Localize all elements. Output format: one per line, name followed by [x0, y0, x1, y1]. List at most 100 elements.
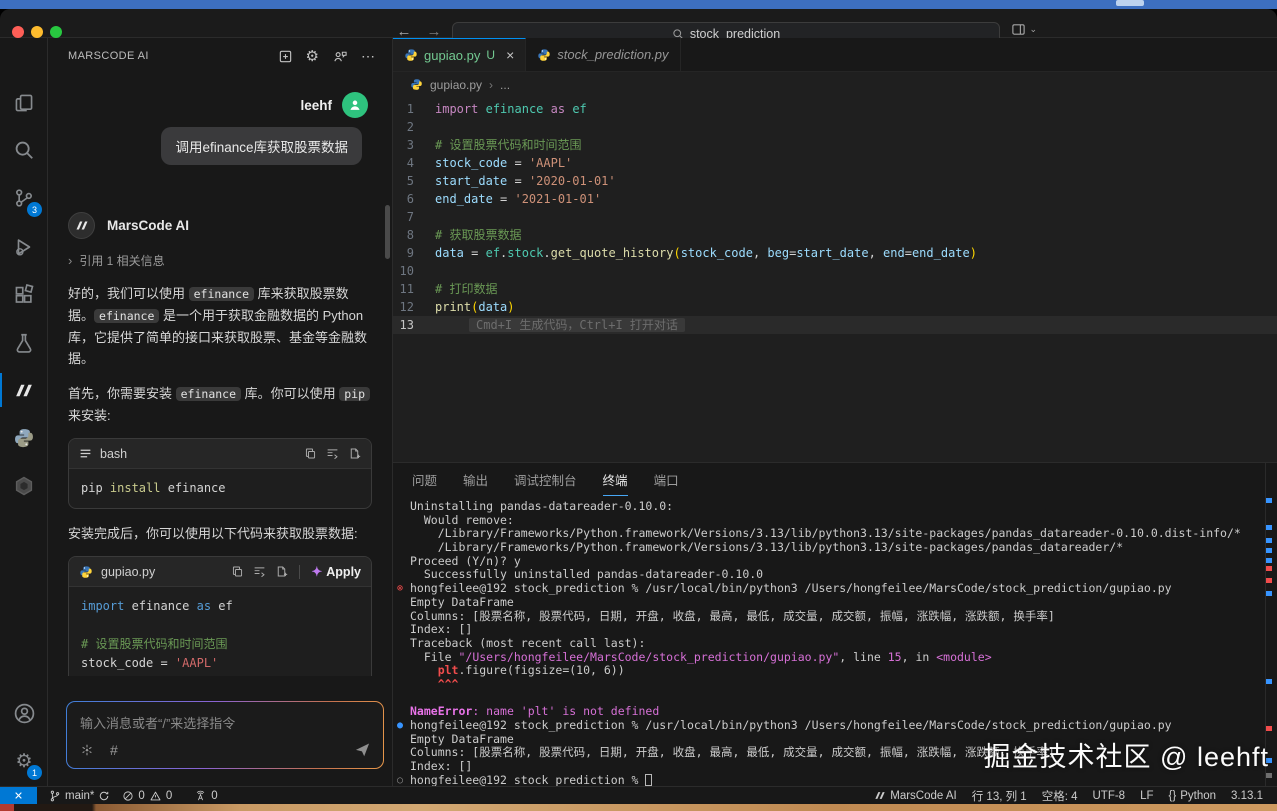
- panel-tab-终端[interactable]: 终端: [603, 463, 628, 496]
- chat-thread: leehf 调用efinance库获取股票数据 MarsCode AI › 引用…: [48, 74, 392, 676]
- insert-at-cursor-icon[interactable]: [253, 565, 266, 578]
- editor-line[interactable]: 11# 打印数据: [393, 280, 1277, 298]
- panel-tab-问题[interactable]: 问题: [412, 463, 437, 496]
- close-window-button[interactable]: [12, 26, 24, 38]
- sidebar-item-run-debug[interactable]: [0, 224, 48, 270]
- title-bar: ← → stock_prediction ⌄: [0, 9, 1277, 38]
- tab-stock-prediction[interactable]: stock_prediction.py: [526, 38, 680, 71]
- sidebar-scrollbar[interactable]: [385, 205, 390, 259]
- braces-icon: {}: [1169, 790, 1177, 802]
- tab-label: stock_prediction.py: [557, 47, 668, 62]
- problems-status[interactable]: 0 0: [122, 790, 172, 802]
- code-block-body: pip install efinance: [69, 469, 371, 508]
- marscode-icon: [874, 790, 886, 801]
- editor-line[interactable]: 2: [393, 118, 1277, 136]
- sidebar-item-explorer[interactable]: [0, 80, 48, 126]
- python-version[interactable]: 3.13.1: [1231, 790, 1263, 802]
- line-number: 2: [393, 118, 435, 136]
- ruler-mark: [1266, 591, 1272, 596]
- panel-tab-端口[interactable]: 端口: [654, 463, 679, 496]
- line-number: 7: [393, 208, 435, 226]
- editor-line[interactable]: 4stock_code = 'AAPL': [393, 154, 1277, 172]
- python-code-block: gupiao.py ✦ Apply import efinance as ef#…: [68, 556, 372, 676]
- tab-label: gupiao.py: [424, 48, 480, 63]
- apply-button[interactable]: ✦ Apply: [311, 564, 361, 580]
- close-icon[interactable]: ×: [506, 47, 514, 63]
- editor-line[interactable]: 12print(data): [393, 298, 1277, 316]
- skills-icon[interactable]: [80, 743, 94, 757]
- chat-input[interactable]: 输入消息或者“/”来选择指令 #: [66, 701, 384, 769]
- send-icon[interactable]: [354, 741, 371, 758]
- line-number: 10: [393, 262, 435, 280]
- account-button[interactable]: [0, 690, 48, 736]
- editor-line[interactable]: 13Cmd+I 生成代码，Ctrl+I 打开对话: [393, 316, 1277, 334]
- indentation[interactable]: 空格: 4: [1042, 788, 1078, 804]
- sidebar-item-extensions[interactable]: [0, 272, 48, 318]
- python-icon: [13, 427, 35, 449]
- command-decoration-err[interactable]: ⊗: [397, 582, 403, 596]
- sidebar-item-source-control[interactable]: 3: [0, 175, 48, 221]
- feedback-button[interactable]: [332, 49, 348, 64]
- editor-code[interactable]: 1import efinance as ef23# 设置股票代码和时间范围4st…: [393, 97, 1277, 334]
- ruler-mark: [1266, 566, 1272, 571]
- encoding[interactable]: UTF-8: [1093, 790, 1126, 802]
- background-bottom-strip: [0, 804, 1277, 811]
- sidebar-item-marscode-ai[interactable]: [0, 367, 48, 413]
- maximize-window-button[interactable]: [50, 26, 62, 38]
- line-number: 9: [393, 244, 435, 262]
- editor-line[interactable]: 9data = ef.stock.get_quote_history(stock…: [393, 244, 1277, 262]
- sidebar-item-extension-hexagon[interactable]: [0, 463, 48, 509]
- insert-new-file-icon[interactable]: [275, 565, 288, 578]
- ruler-mark: [1266, 498, 1272, 503]
- customize-layout-button[interactable]: ⌄: [1011, 22, 1037, 37]
- context-hash-button[interactable]: #: [110, 742, 118, 758]
- editor-line[interactable]: 7: [393, 208, 1277, 226]
- editor-line[interactable]: 8# 获取股票数据: [393, 226, 1277, 244]
- panel-tab-调试控制台[interactable]: 调试控制台: [514, 463, 577, 496]
- sidebar-item-python[interactable]: [0, 415, 48, 461]
- ports-status[interactable]: 0: [194, 790, 217, 802]
- editor-line[interactable]: 10: [393, 262, 1277, 280]
- terminal-line: File "/Users/hongfeilee/MarsCode/stock_p…: [410, 651, 1261, 665]
- editor-line[interactable]: 3# 设置股票代码和时间范围: [393, 136, 1277, 154]
- sidebar-title: MARSCODE AI: [68, 50, 149, 62]
- sidebar-item-search[interactable]: [0, 127, 48, 173]
- command-decoration-ok[interactable]: ●: [397, 719, 403, 733]
- sparkle-icon: ✦: [311, 564, 322, 580]
- code-line: import efinance as ef: [81, 597, 359, 616]
- error-count: 0: [138, 790, 144, 802]
- marscode-status[interactable]: MarsCode AI: [874, 790, 956, 802]
- copy-icon[interactable]: [304, 447, 317, 460]
- language-mode[interactable]: {} Python: [1169, 790, 1217, 802]
- settings-button[interactable]: ⚙ 1: [0, 738, 48, 784]
- ruler-mark: [1266, 726, 1272, 731]
- inline-code: efinance: [189, 287, 254, 301]
- terminal-line: ^^^: [410, 678, 1261, 692]
- more-actions-button[interactable]: ⋯: [361, 48, 376, 65]
- search-icon: [13, 139, 35, 161]
- settings-badge: 1: [27, 765, 42, 780]
- insert-new-file-icon[interactable]: [348, 447, 361, 460]
- editor-line[interactable]: 5start_date = '2020-01-01': [393, 172, 1277, 190]
- inline-code: efinance: [94, 309, 159, 323]
- reference-toggle[interactable]: › 引用 1 相关信息: [68, 252, 372, 269]
- chat-settings-button[interactable]: ⚙: [306, 49, 319, 64]
- terminal-line: plt.figure(figsize=(10, 6)): [410, 664, 1261, 678]
- editor-line[interactable]: 1import efinance as ef: [393, 100, 1277, 118]
- tab-gupiao[interactable]: gupiao.py U ×: [393, 38, 526, 71]
- sidebar-item-testing[interactable]: [0, 320, 48, 366]
- git-branch-status[interactable]: main*: [49, 790, 110, 802]
- activity-bar: 3 ⚙ 1: [0, 38, 48, 786]
- insert-at-cursor-icon[interactable]: [326, 447, 339, 460]
- remote-indicator[interactable]: [0, 787, 37, 804]
- branch-name: main*: [65, 790, 94, 802]
- minimize-window-button[interactable]: [31, 26, 43, 38]
- editor-line[interactable]: 6end_date = '2021-01-01': [393, 190, 1277, 208]
- panel-tab-输出[interactable]: 输出: [463, 463, 488, 496]
- copy-icon[interactable]: [231, 565, 244, 578]
- cursor-position[interactable]: 行 13, 列 1: [972, 788, 1027, 804]
- new-chat-button[interactable]: [278, 49, 293, 64]
- eol-sequence[interactable]: LF: [1140, 790, 1153, 802]
- inline-code: pip: [339, 387, 370, 401]
- breadcrumb[interactable]: gupiao.py › ...: [393, 72, 1277, 97]
